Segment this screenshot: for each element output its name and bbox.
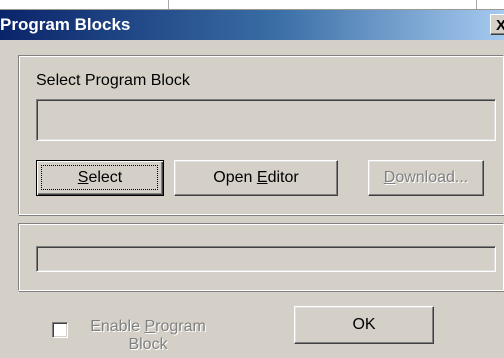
close-icon: X xyxy=(496,17,504,34)
open-editor-button-label: Open Editor xyxy=(213,169,299,186)
select-button[interactable]: Select xyxy=(36,160,164,196)
download-button-label: Download... xyxy=(383,169,469,186)
download-button[interactable]: Download... xyxy=(368,160,484,196)
status-field xyxy=(36,246,496,272)
column-divider xyxy=(168,0,169,9)
open-editor-button[interactable]: Open Editor xyxy=(174,160,338,196)
enable-program-block-checkbox[interactable] xyxy=(52,322,68,338)
select-program-block-label: Select Program Block xyxy=(36,72,190,89)
background-app-strip xyxy=(0,0,504,10)
window-title: Program Blocks xyxy=(0,15,131,34)
title-bar[interactable]: Program Blocks X xyxy=(0,10,504,40)
enable-label-line1: Enable Program xyxy=(90,318,206,335)
ok-button-label: OK xyxy=(352,316,376,333)
enable-label-line2: Block xyxy=(128,336,168,353)
select-button-label: Select xyxy=(77,169,123,186)
screen: Program Blocks X Select Program Block Se… xyxy=(0,0,504,358)
enable-program-block-label: Enable Program Block xyxy=(78,318,218,354)
ok-button[interactable]: OK xyxy=(294,306,434,344)
program-block-field xyxy=(36,99,496,141)
column-divider xyxy=(476,0,477,9)
close-button[interactable]: X xyxy=(490,14,504,35)
